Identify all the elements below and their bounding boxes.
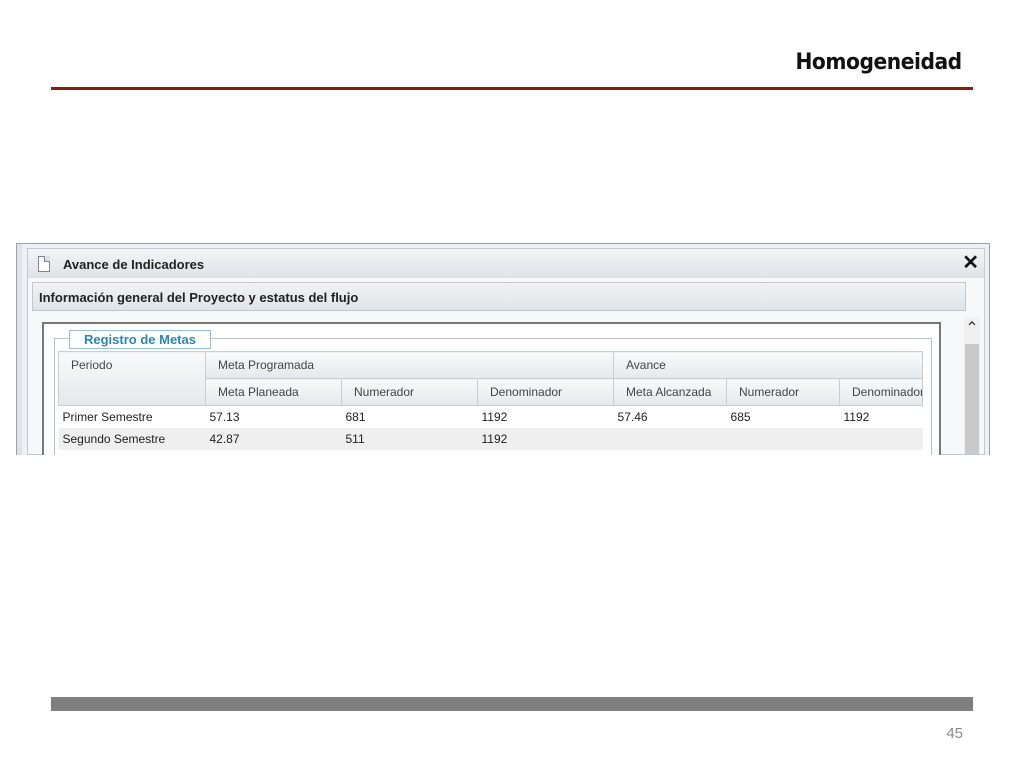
header-denominador-programado[interactable]: Denominador <box>476 378 615 406</box>
goals-table: Periodo Meta Programada Avance Meta Plan… <box>58 351 924 450</box>
window-title: Avance de Indicadores <box>63 257 205 272</box>
inner-panel: Registro de Metas Periodo Meta Programad… <box>42 322 941 455</box>
cell-denominador-avance <box>839 428 923 450</box>
scrollbar-thumb[interactable] <box>965 344 979 454</box>
cell-denominador-avance: 1192 <box>839 405 923 428</box>
window-header: Avance de Indicadores ✕ <box>27 248 985 279</box>
cell-meta-alcanzada <box>613 428 727 450</box>
cell-numerador-programado: 511 <box>341 428 478 450</box>
cell-numerador-avance: 685 <box>726 405 840 428</box>
fieldset-legend: Registro de Metas <box>69 330 211 349</box>
title-divider <box>51 87 973 90</box>
table-row[interactable]: Segundo Semestre 42.87 511 1192 <box>58 428 923 450</box>
page-number: 45 <box>946 725 963 742</box>
cell-numerador-programado: 681 <box>341 405 478 428</box>
header-denominador-avance[interactable]: Denominador <box>839 378 924 406</box>
table-row[interactable]: Primer Semestre 57.13 681 1192 57.46 685… <box>58 405 923 428</box>
cell-meta-planeada: 42.87 <box>205 428 342 450</box>
window-left-edge <box>17 244 22 455</box>
cell-numerador-avance <box>726 428 840 450</box>
header-meta-programada[interactable]: Meta Programada <box>204 351 615 379</box>
section-title: Información general del Proyecto y estat… <box>39 290 359 305</box>
footer-bar <box>51 697 973 711</box>
close-icon[interactable]: ✕ <box>962 252 979 274</box>
header-numerador-avance[interactable]: Numerador <box>726 378 841 406</box>
cell-meta-alcanzada: 57.46 <box>613 405 727 428</box>
cell-periodo: Primer Semestre <box>58 405 206 428</box>
cell-denominador-programado: 1192 <box>477 428 614 450</box>
header-avance[interactable]: Avance <box>613 351 924 379</box>
cell-periodo: Segundo Semestre <box>58 428 206 450</box>
cell-meta-planeada: 57.13 <box>205 405 342 428</box>
slide-title: Homogeneidad <box>795 50 963 75</box>
cell-denominador-programado: 1192 <box>477 405 614 428</box>
screenshot-window: Avance de Indicadores ✕ Información gene… <box>16 243 990 455</box>
scroll-up-icon[interactable]: ⌃ <box>964 318 980 340</box>
header-meta-alcanzada[interactable]: Meta Alcanzada <box>613 378 728 406</box>
header-periodo[interactable]: Periodo <box>58 351 206 406</box>
goals-fieldset: Registro de Metas Periodo Meta Programad… <box>54 330 932 455</box>
section-header[interactable]: Información general del Proyecto y estat… <box>32 282 966 311</box>
header-numerador-programado[interactable]: Numerador <box>341 378 478 406</box>
header-meta-planeada[interactable]: Meta Planeada <box>205 378 342 406</box>
vertical-scrollbar[interactable]: ⌃ <box>964 318 980 454</box>
window-body: Información general del Proyecto y estat… <box>27 278 985 455</box>
document-icon <box>38 256 50 272</box>
